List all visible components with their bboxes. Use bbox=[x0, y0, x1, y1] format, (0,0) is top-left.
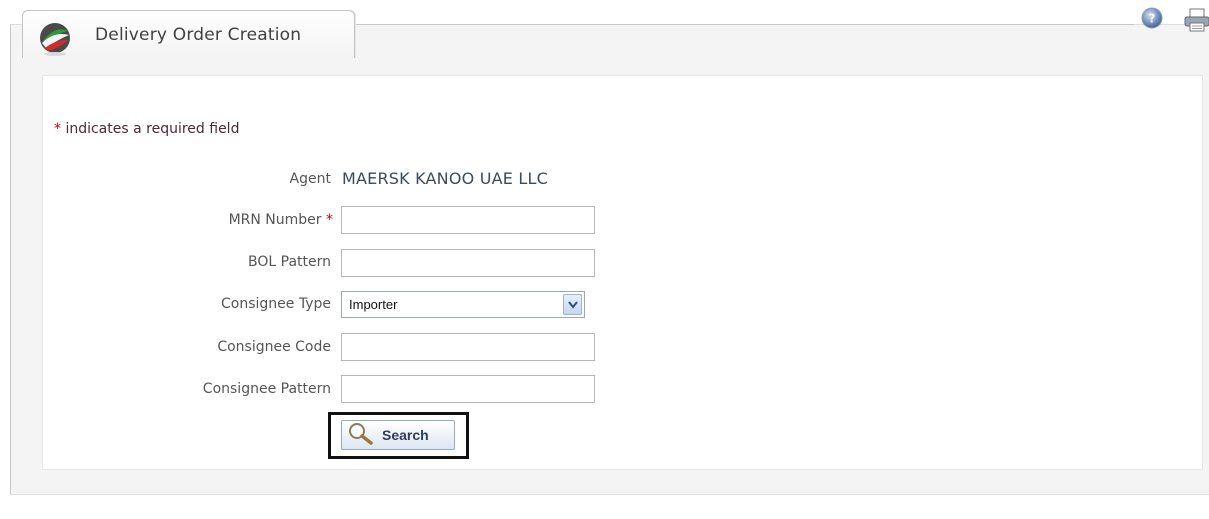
bol-pattern-label: BOL Pattern bbox=[248, 254, 331, 270]
mrn-required-star: * bbox=[326, 212, 333, 228]
chevron-down-icon bbox=[568, 301, 578, 309]
consignee-type-selected: Importer bbox=[349, 297, 398, 312]
dropdown-button[interactable] bbox=[563, 294, 582, 315]
print-icon[interactable] bbox=[1182, 8, 1209, 32]
tab-strip-line bbox=[354, 24, 1134, 25]
consignee-code-label: Consignee Code bbox=[217, 339, 331, 355]
agent-label: Agent bbox=[289, 171, 331, 187]
mrn-number-input[interactable] bbox=[341, 206, 595, 234]
help-icon[interactable]: ? bbox=[1140, 6, 1164, 30]
svg-text:?: ? bbox=[1149, 12, 1156, 26]
app-logo-icon bbox=[40, 23, 70, 56]
tab-delivery-order-creation[interactable]: Delivery Order Creation bbox=[22, 10, 355, 58]
consignee-pattern-input[interactable] bbox=[341, 375, 595, 403]
required-note-text: indicates a required field bbox=[61, 121, 240, 137]
mrn-label-text: MRN Number bbox=[228, 212, 322, 228]
mrn-label: MRN Number * bbox=[229, 212, 333, 228]
page-title: Delivery Order Creation bbox=[95, 25, 302, 45]
consignee-pattern-label: Consignee Pattern bbox=[202, 381, 331, 397]
agent-value: MAERSK KANOO UAE LLC bbox=[342, 169, 548, 188]
search-button[interactable]: Search bbox=[341, 420, 455, 450]
required-field-note: * indicates a required field bbox=[54, 121, 239, 137]
search-button-label: Search bbox=[382, 427, 429, 443]
magnifier-icon bbox=[349, 423, 373, 445]
required-star: * bbox=[54, 121, 61, 137]
consignee-type-select[interactable]: Importer bbox=[341, 291, 585, 318]
consignee-code-input[interactable] bbox=[341, 333, 595, 361]
bol-pattern-input[interactable] bbox=[341, 249, 595, 277]
consignee-type-label: Consignee Type bbox=[221, 296, 331, 312]
